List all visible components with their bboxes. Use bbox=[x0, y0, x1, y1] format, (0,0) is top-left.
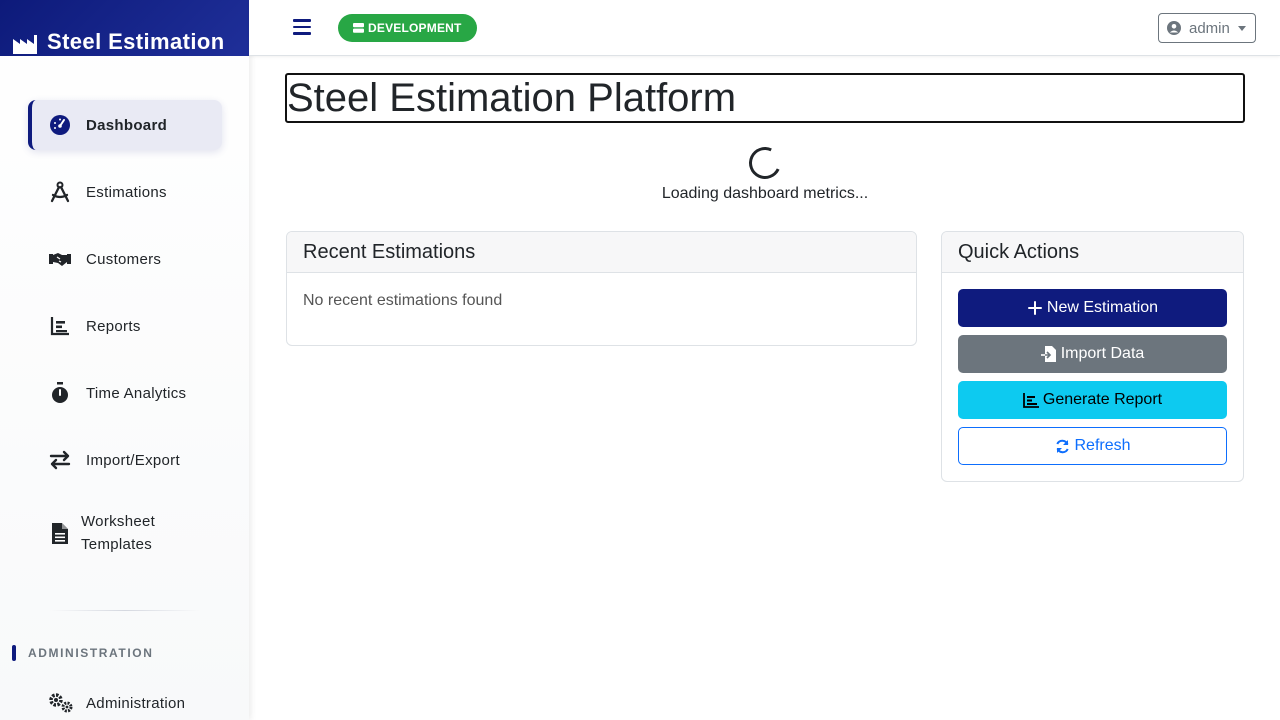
sidebar-item-estimations[interactable]: Estimations bbox=[28, 167, 222, 217]
card-header: Recent Estimations bbox=[287, 232, 916, 273]
section-title: ADMINISTRATION bbox=[28, 646, 154, 660]
sidebar-item-label: Reports bbox=[86, 317, 141, 335]
sidebar-item-label: Time Analytics bbox=[86, 384, 187, 402]
loading-spinner bbox=[744, 142, 786, 184]
sidebar-item-import-export[interactable]: Import/Export bbox=[28, 435, 222, 485]
file-import-icon bbox=[1040, 346, 1057, 362]
caret-down-icon bbox=[1238, 26, 1246, 31]
generate-report-button[interactable]: Generate Report bbox=[958, 381, 1227, 419]
stopwatch-icon bbox=[48, 381, 72, 405]
button-label: Refresh bbox=[1074, 437, 1131, 454]
brand-title: Steel Estimation bbox=[47, 29, 225, 54]
handshake-icon bbox=[48, 247, 72, 271]
user-circle-icon bbox=[1167, 21, 1181, 35]
file-text-icon bbox=[48, 521, 72, 545]
sidebar-nav: Dashboard Estimations Customers Reports … bbox=[28, 100, 222, 581]
sidebar-section-heading: ADMINISTRATION bbox=[12, 645, 154, 661]
factory-icon bbox=[13, 35, 37, 54]
new-estimation-button[interactable]: New Estimation bbox=[958, 289, 1227, 327]
import-data-button[interactable]: Import Data bbox=[958, 335, 1227, 373]
server-icon bbox=[353, 23, 364, 33]
environment-badge-label: DEVELOPMENT bbox=[368, 21, 462, 35]
sidebar-item-dashboard[interactable]: Dashboard bbox=[28, 100, 222, 150]
top-navbar: DEVELOPMENT admin bbox=[249, 0, 1280, 56]
brand-header[interactable]: Steel Estimation bbox=[0, 0, 249, 56]
bar-chart-icon bbox=[48, 314, 72, 338]
plus-icon bbox=[1027, 300, 1043, 316]
refresh-icon bbox=[1054, 438, 1070, 454]
gauge-icon bbox=[48, 113, 72, 137]
button-label: New Estimation bbox=[1046, 299, 1159, 316]
sidebar-item-customers[interactable]: Customers bbox=[28, 234, 222, 284]
button-label: Import Data bbox=[1060, 345, 1145, 362]
gears-icon bbox=[48, 691, 74, 715]
sidebar-item-label: Import/Export bbox=[86, 451, 180, 469]
sidebar-item-label: Worksheet Templates bbox=[81, 513, 156, 553]
sidebar-item-label: Dashboard bbox=[86, 116, 168, 134]
menu-toggle-icon[interactable] bbox=[293, 19, 311, 35]
page-title: Steel Estimation Platform bbox=[285, 73, 1245, 123]
loading-text: Loading dashboard metrics... bbox=[661, 185, 869, 202]
sidebar-item-time-analytics[interactable]: Time Analytics bbox=[28, 368, 222, 418]
sidebar-item-label: Administration bbox=[86, 694, 186, 712]
bar-chart-icon bbox=[1023, 392, 1039, 408]
arrows-exchange-icon bbox=[48, 448, 72, 472]
recent-estimations-card: Recent Estimations No recent estimations… bbox=[286, 231, 917, 346]
sidebar-divider bbox=[50, 610, 200, 611]
user-menu-dropdown[interactable]: admin bbox=[1158, 13, 1256, 43]
section-accent-bar bbox=[12, 645, 16, 661]
sidebar-item-reports[interactable]: Reports bbox=[28, 301, 222, 351]
sidebar-item-worksheet-templates[interactable]: Worksheet Templates bbox=[28, 502, 222, 564]
sidebar-item-label: Customers bbox=[86, 250, 162, 268]
drafting-compass-icon bbox=[48, 180, 72, 204]
sidebar-item-administration[interactable]: Administration bbox=[48, 685, 185, 720]
refresh-button[interactable]: Refresh bbox=[958, 427, 1227, 465]
empty-state-text: No recent estimations found bbox=[303, 292, 503, 309]
environment-badge: DEVELOPMENT bbox=[338, 14, 477, 42]
card-header: Quick Actions bbox=[942, 232, 1243, 273]
user-name: admin bbox=[1189, 19, 1230, 37]
quick-actions-card: Quick Actions New Estimation Import Data… bbox=[941, 231, 1244, 482]
sidebar: Steel Estimation Dashboard Estimations C… bbox=[0, 0, 249, 720]
button-label: Generate Report bbox=[1042, 391, 1163, 408]
sidebar-item-label: Estimations bbox=[86, 183, 167, 201]
